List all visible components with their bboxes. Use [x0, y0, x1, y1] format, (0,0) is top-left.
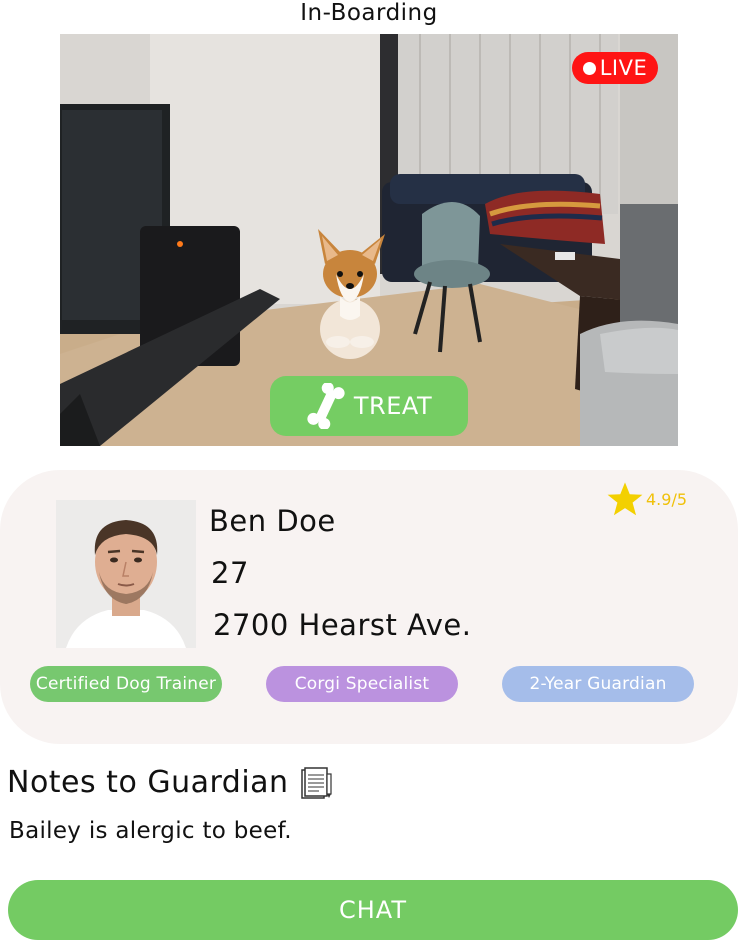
guardian-name: Ben Doe [209, 504, 336, 538]
tag-certified-dog-trainer: Certified Dog Trainer [30, 666, 222, 702]
notepad-icon [300, 767, 332, 799]
rating: 4.9/5 [606, 480, 687, 518]
guardian-photo [56, 500, 196, 648]
chat-button[interactable]: CHAT [8, 880, 738, 940]
guardian-address: 2700 Hearst Ave. [213, 608, 472, 642]
guardian-age: 27 [211, 556, 249, 590]
live-dot-icon [582, 61, 596, 75]
tag-corgi-specialist: Corgi Specialist [266, 666, 458, 702]
tag-2-year-guardian: 2-Year Guardian [502, 666, 694, 702]
notes-heading-label: Notes to Guardian [7, 765, 289, 800]
star-icon [607, 482, 643, 516]
notes-heading: Notes to Guardian [7, 764, 333, 802]
treat-button[interactable]: TREAT [270, 376, 468, 436]
bone-icon [307, 383, 345, 429]
avatar [56, 500, 196, 648]
guardian-card: Ben Doe 27 2700 Hearst Ave. 4.9/5 Certif… [0, 470, 738, 744]
notes-body: Bailey is alergic to beef. [9, 818, 292, 844]
rating-value: 4.9/5 [646, 489, 688, 509]
page-title: In-Boarding [300, 0, 438, 26]
live-badge: LIVE [572, 52, 658, 84]
live-label: LIVE [599, 56, 648, 80]
treat-label: TREAT [353, 392, 433, 420]
